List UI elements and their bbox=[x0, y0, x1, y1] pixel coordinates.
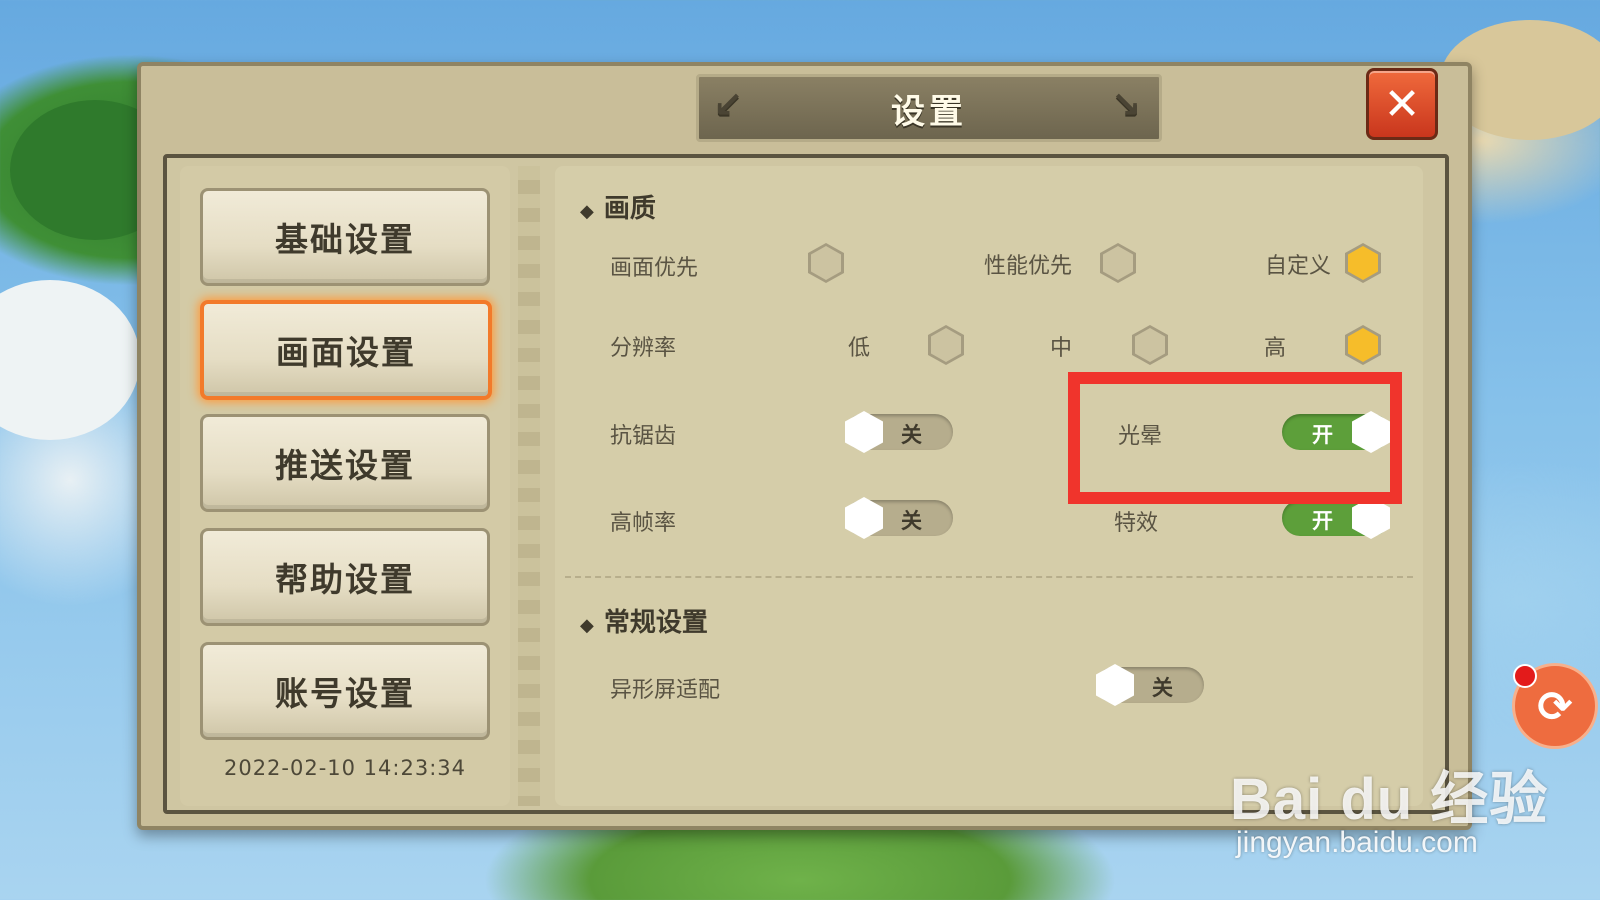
section-heading-quality: ◆ 画质 bbox=[580, 194, 656, 224]
notch-adapt-toggle[interactable]: 关 bbox=[1096, 664, 1204, 706]
resolution-label: 分辨率 bbox=[610, 336, 677, 361]
sidebar-item-push[interactable]: 推送设置 bbox=[200, 414, 490, 512]
high-fps-toggle[interactable]: 关 bbox=[845, 497, 953, 539]
sidebar-item-account[interactable]: 账号设置 bbox=[200, 642, 490, 740]
section-divider bbox=[565, 576, 1413, 578]
timestamp: 2022-02-10 14:23:34 bbox=[223, 756, 467, 780]
sidebar-item-help[interactable]: 帮助设置 bbox=[200, 528, 490, 626]
sidebar-item-label: 画面设置 bbox=[276, 333, 416, 372]
high-fps-label: 高帧率 bbox=[610, 511, 677, 536]
ornament-left-icon: ↙ bbox=[713, 85, 748, 126]
preset-label-performance: 性能优先 bbox=[984, 254, 1073, 279]
dialog-title: 设置 bbox=[891, 91, 967, 132]
refresh-icon: ⟳ bbox=[1537, 681, 1573, 731]
sidebar-item-label: 账号设置 bbox=[275, 674, 415, 713]
decorative-divider bbox=[518, 166, 540, 806]
resolution-option-mid-label: 中 bbox=[1050, 336, 1073, 361]
resolution-option-high-label: 高 bbox=[1264, 336, 1287, 361]
diamond-bullet-icon: ◆ bbox=[580, 615, 594, 636]
toggle-state: 开 bbox=[1312, 509, 1333, 533]
sidebar-item-label: 基础设置 bbox=[275, 220, 415, 259]
floating-refresh-button[interactable]: ⟳ bbox=[1512, 663, 1598, 749]
toggle-state: 关 bbox=[901, 509, 922, 533]
sidebar-item-label: 推送设置 bbox=[275, 446, 415, 485]
section-heading-general: ◆ 常规设置 bbox=[580, 608, 708, 638]
background-island-left bbox=[0, 280, 140, 440]
antialias-toggle[interactable]: 关 bbox=[845, 411, 953, 453]
resolution-option-low-label: 低 bbox=[848, 336, 871, 361]
dialog-title-plate: ↙ 设置 ↘ bbox=[696, 74, 1162, 142]
toggle-state: 关 bbox=[1152, 676, 1173, 700]
toggle-state: 关 bbox=[901, 423, 922, 447]
sidebar-item-basic[interactable]: 基础设置 bbox=[200, 188, 490, 286]
watermark-logo: Bai du 经验 bbox=[1230, 767, 1549, 832]
preset-label-custom: 自定义 bbox=[1265, 254, 1332, 279]
close-icon: ✕ bbox=[1383, 78, 1421, 130]
diamond-bullet-icon: ◆ bbox=[580, 201, 594, 222]
preset-label-visual: 画面优先 bbox=[610, 256, 699, 281]
annotation-highlight-box bbox=[1068, 372, 1402, 504]
close-button[interactable]: ✕ bbox=[1366, 68, 1438, 140]
effects-label: 特效 bbox=[1114, 511, 1159, 536]
sidebar-item-label: 帮助设置 bbox=[275, 560, 415, 599]
notification-dot bbox=[1513, 664, 1537, 688]
watermark-url: jingyan.baidu.com bbox=[1236, 826, 1478, 859]
effects-toggle[interactable]: 开 bbox=[1282, 497, 1390, 539]
notch-adapt-label: 异形屏适配 bbox=[610, 678, 721, 703]
sidebar-item-display[interactable]: 画面设置 bbox=[200, 300, 492, 400]
antialias-label: 抗锯齿 bbox=[610, 424, 677, 449]
ornament-right-icon: ↘ bbox=[1110, 85, 1145, 126]
